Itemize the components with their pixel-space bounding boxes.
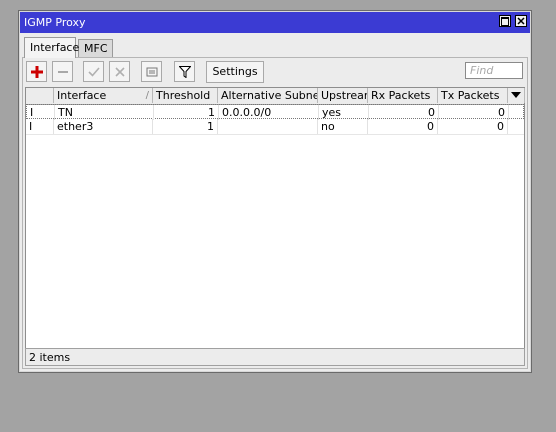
column-header-interface-label: Interface: [57, 89, 107, 102]
column-header-flag[interactable]: [26, 88, 54, 103]
item-count: 2 items: [29, 351, 71, 364]
comment-button[interactable]: [141, 61, 162, 82]
column-menu-button[interactable]: [508, 88, 525, 103]
column-header-alternative-subnets[interactable]: Alternative Subnets: [218, 88, 318, 103]
row-alternative-subnets: 0.0.0.0/0: [219, 105, 319, 120]
row-upstream: no: [318, 119, 368, 134]
tab-content: Settings Interface / Threshold Alternati…: [22, 57, 528, 369]
row-interface: ether3: [54, 119, 153, 134]
table-row[interactable]: I TN 1 0.0.0.0/0 yes 0 0: [26, 104, 524, 120]
find-input[interactable]: [465, 62, 523, 79]
close-icon: [517, 17, 525, 25]
check-icon: [88, 67, 100, 77]
row-interface: TN: [55, 105, 154, 120]
disable-button[interactable]: [109, 61, 130, 82]
maximize-button[interactable]: [499, 15, 511, 27]
row-flag: I: [27, 105, 55, 120]
column-header-interface[interactable]: Interface /: [54, 88, 153, 103]
table-row[interactable]: I ether3 1 no 0 0: [26, 119, 524, 135]
row-threshold: 1: [153, 119, 218, 134]
remove-button[interactable]: [52, 61, 73, 82]
row-rx-packets: 0: [368, 119, 438, 134]
column-header-upstream[interactable]: Upstream: [318, 88, 368, 103]
minus-icon: [58, 71, 68, 73]
chevron-down-icon: [511, 92, 521, 98]
tab-mfc[interactable]: MFC: [78, 39, 113, 57]
status-bar: 2 items: [25, 348, 525, 366]
column-header-rx-packets[interactable]: Rx Packets: [368, 88, 438, 103]
row-tx-packets: 0: [439, 105, 509, 120]
window-title: IGMP Proxy: [24, 16, 86, 29]
titlebar[interactable]: IGMP Proxy: [20, 12, 530, 33]
row-threshold: 1: [154, 105, 219, 120]
row-rx-packets: 0: [369, 105, 439, 120]
plus-icon: [31, 66, 43, 78]
x-icon: [115, 67, 125, 77]
column-header-threshold[interactable]: Threshold: [153, 88, 218, 103]
row-alternative-subnets: [218, 119, 318, 134]
settings-button[interactable]: Settings: [206, 61, 264, 83]
row-tx-packets: 0: [438, 119, 508, 134]
filter-icon: [179, 66, 191, 78]
column-header-tx-packets[interactable]: Tx Packets: [438, 88, 508, 103]
close-button[interactable]: [515, 15, 527, 27]
filter-button[interactable]: [174, 61, 195, 82]
add-button[interactable]: [26, 61, 47, 82]
note-icon: [146, 67, 158, 77]
row-upstream: yes: [319, 105, 369, 120]
enable-button[interactable]: [83, 61, 104, 82]
tab-interface[interactable]: Interface: [24, 37, 79, 58]
table-header: Interface / Threshold Alternative Subnet…: [26, 88, 525, 105]
toolbar: Settings: [26, 61, 524, 85]
row-flag: I: [26, 119, 54, 134]
sort-indicator-icon: /: [145, 90, 149, 101]
igmp-proxy-window: IGMP Proxy Interface MFC Settings Find I…: [18, 10, 532, 373]
interface-table: Interface / Threshold Alternative Subnet…: [25, 87, 525, 352]
